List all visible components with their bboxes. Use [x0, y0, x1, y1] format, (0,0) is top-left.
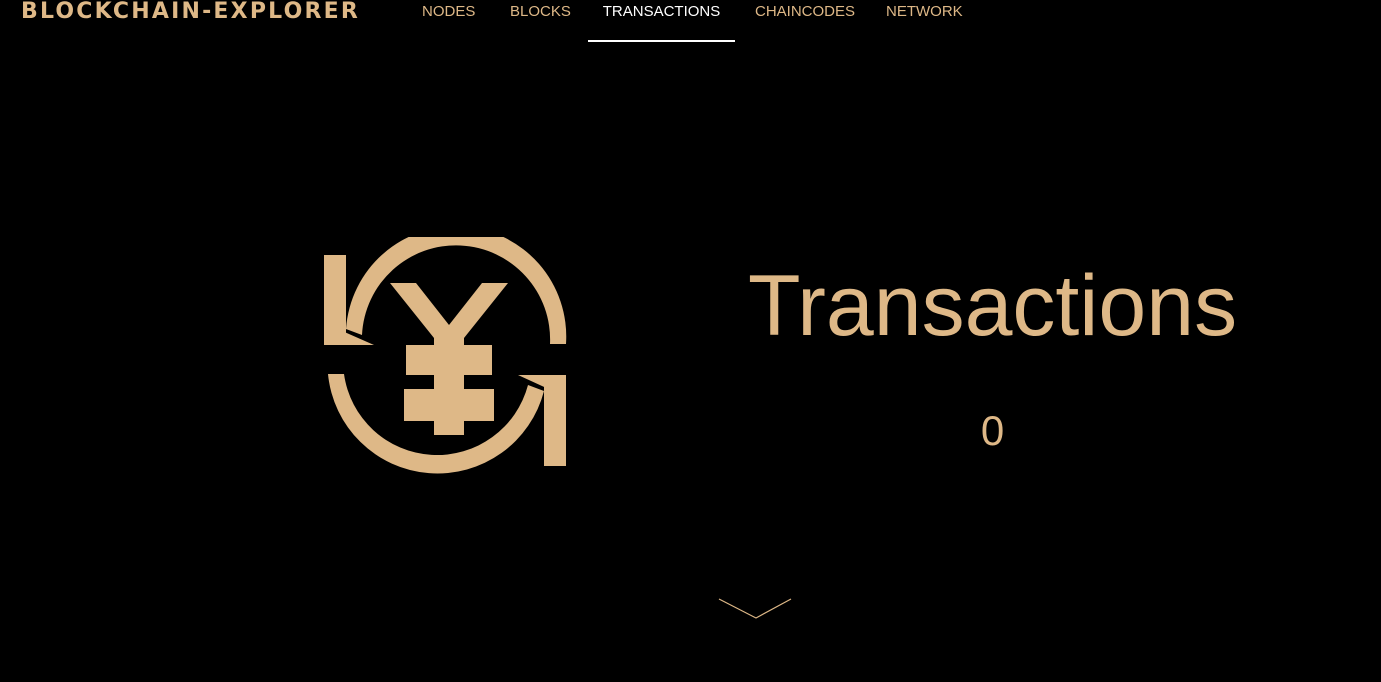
top-navbar: BLOCKCHAIN-EXPLORER NODES BLOCKS TRANSAC… — [0, 0, 1381, 42]
page: BLOCKCHAIN-EXPLORER NODES BLOCKS TRANSAC… — [0, 0, 1381, 682]
nav-item-label: NETWORK — [886, 3, 963, 20]
brand-logo[interactable]: BLOCKCHAIN-EXPLORER — [21, 0, 360, 25]
nav-item-label: BLOCKS — [510, 3, 571, 20]
nav-item-blocks[interactable]: BLOCKS — [510, 0, 571, 42]
nav-item-label: CHAINCODES — [755, 3, 856, 20]
nav-item-chaincodes[interactable]: CHAINCODES — [755, 0, 855, 42]
chevron-down-icon[interactable] — [717, 596, 793, 622]
active-tab-indicator — [588, 40, 735, 42]
nav-item-nodes[interactable]: NODES — [422, 0, 475, 42]
transaction-count: 0 — [980, 407, 1005, 454]
nav-item-label: NODES — [422, 3, 476, 20]
page-title: Transactions — [747, 258, 1238, 354]
yen-exchange-icon — [324, 237, 567, 474]
nav-item-transactions[interactable]: TRANSACTIONS — [588, 0, 735, 42]
nav-item-label: TRANSACTIONS — [602, 3, 721, 20]
nav-item-network[interactable]: NETWORK — [886, 0, 963, 42]
